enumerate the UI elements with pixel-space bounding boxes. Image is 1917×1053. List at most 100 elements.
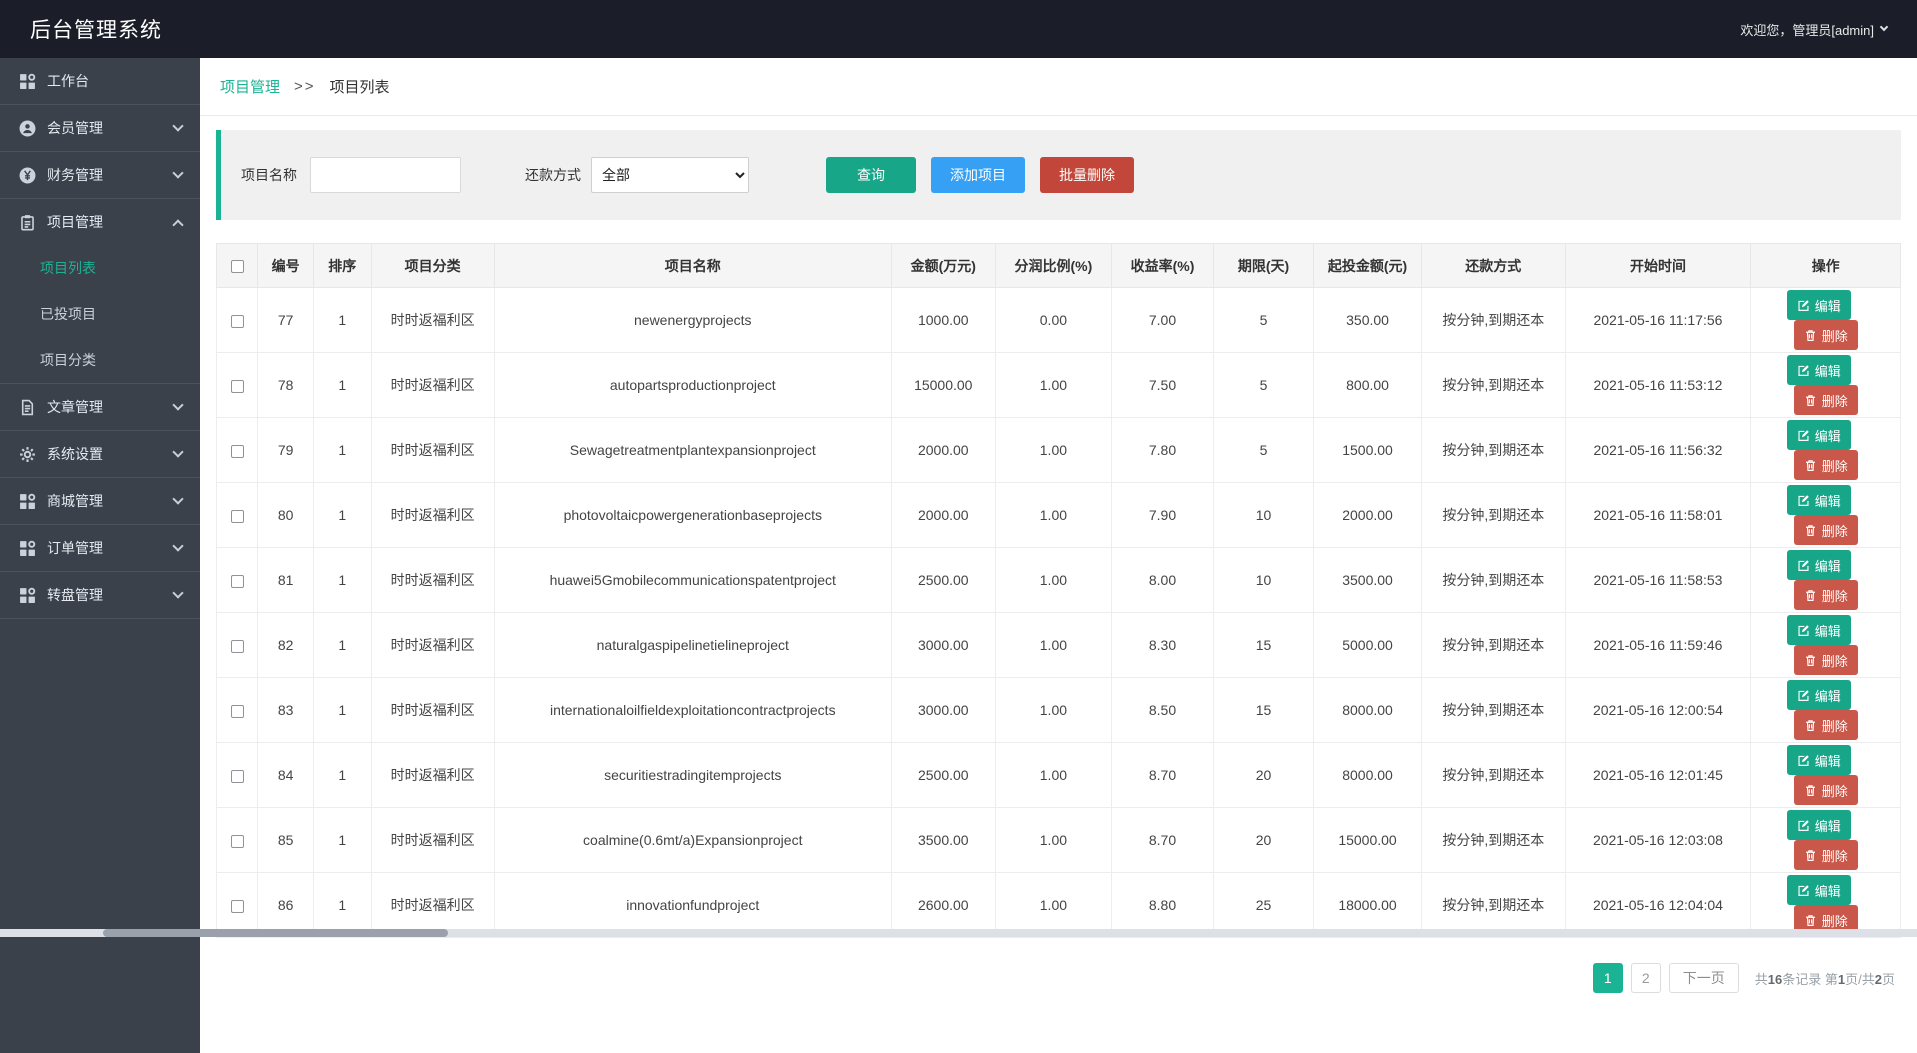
main-content: 项目管理 >> 项目列表 项目名称 还款方式 全部 查询 添加项目 批量删除 编… (200, 58, 1917, 1053)
cell-category: 时时返福利区 (371, 613, 494, 678)
row-checkbox[interactable] (231, 770, 244, 783)
cell-id: 82 (258, 613, 314, 678)
cell-category: 时时返福利区 (371, 418, 494, 483)
cell-share: 1.00 (995, 353, 1111, 418)
delete-button[interactable]: 删除 (1794, 580, 1858, 610)
sidebar-item-wheel-grid[interactable]: 转盘管理 (0, 572, 200, 618)
column-header: 项目分类 (371, 244, 494, 288)
cell-amount: 2500.00 (891, 548, 995, 613)
sidebar-subitem[interactable]: 已投项目 (0, 291, 200, 337)
sidebar-item-member[interactable]: 会员管理 (0, 105, 200, 151)
breadcrumb-section[interactable]: 项目管理 (220, 76, 280, 97)
cell-repay: 按分钟,到期还本 (1422, 353, 1565, 418)
project-name-input[interactable] (310, 157, 461, 193)
sidebar-subitem[interactable]: 项目分类 (0, 337, 200, 383)
sidebar-subitem-active[interactable]: 项目列表 (0, 245, 200, 291)
select-all-checkbox[interactable] (231, 260, 244, 273)
cell-rate: 8.50 (1111, 678, 1213, 743)
table-row: 801时时返福利区photovoltaicpowergenerationbase… (217, 483, 1901, 548)
delete-button[interactable]: 删除 (1794, 645, 1858, 675)
row-checkbox[interactable] (231, 445, 244, 458)
edit-button[interactable]: 编辑 (1787, 485, 1851, 515)
add-project-button[interactable]: 添加项目 (931, 157, 1025, 193)
batch-delete-button[interactable]: 批量删除 (1040, 157, 1134, 193)
pagination-summary: 共16条记录 第1页/共2页 (1755, 969, 1895, 988)
cell-rate: 7.50 (1111, 353, 1213, 418)
cell-name: coalmine(0.6mt/a)Expansionproject (494, 808, 891, 873)
row-checkbox[interactable] (231, 900, 244, 913)
delete-button[interactable]: 删除 (1794, 320, 1858, 350)
cell-category: 时时返福利区 (371, 678, 494, 743)
sidebar-item-settings-gear[interactable]: 系统设置 (0, 431, 200, 477)
sidebar-item-label: 订单管理 (47, 538, 103, 558)
row-checkbox[interactable] (231, 640, 244, 653)
cell-start: 2021-05-16 11:59:46 (1565, 613, 1751, 678)
cell-start: 2021-05-16 11:53:12 (1565, 353, 1751, 418)
app-title: 后台管理系统 (30, 14, 162, 44)
sidebar-item-label: 商城管理 (47, 491, 103, 511)
column-header: 排序 (313, 244, 371, 288)
edit-button[interactable]: 编辑 (1787, 355, 1851, 385)
cell-start: 2021-05-16 12:04:04 (1565, 873, 1751, 938)
edit-button[interactable]: 编辑 (1787, 420, 1851, 450)
cell-days: 15 (1214, 613, 1314, 678)
sidebar-item-article-doc[interactable]: 文章管理 (0, 384, 200, 430)
sidebar-item-finance-yen[interactable]: 财务管理 (0, 152, 200, 198)
edit-button[interactable]: 编辑 (1787, 290, 1851, 320)
cell-share: 1.00 (995, 808, 1111, 873)
edit-button[interactable]: 编辑 (1787, 810, 1851, 840)
row-checkbox[interactable] (231, 510, 244, 523)
edit-button[interactable]: 编辑 (1787, 550, 1851, 580)
row-actions: 编辑删除 (1751, 288, 1901, 353)
delete-button[interactable]: 删除 (1794, 840, 1858, 870)
row-checkbox[interactable] (231, 315, 244, 328)
cell-days: 20 (1214, 808, 1314, 873)
edit-icon (1797, 624, 1810, 637)
search-button[interactable]: 查询 (826, 157, 916, 193)
cell-id: 85 (258, 808, 314, 873)
row-checkbox[interactable] (231, 705, 244, 718)
page-number-list: 12 (1593, 963, 1661, 993)
sidebar-group: 会员管理 (0, 105, 200, 152)
row-checkbox[interactable] (231, 575, 244, 588)
next-page-button[interactable]: 下一页 (1669, 963, 1739, 993)
cell-days: 5 (1214, 288, 1314, 353)
sidebar-group: 商城管理 (0, 478, 200, 525)
cell-id: 80 (258, 483, 314, 548)
delete-button[interactable]: 删除 (1794, 450, 1858, 480)
row-select-cell (217, 548, 258, 613)
edit-button[interactable]: 编辑 (1787, 615, 1851, 645)
cell-repay: 按分钟,到期还本 (1422, 613, 1565, 678)
row-checkbox[interactable] (231, 835, 244, 848)
sidebar-item-mall-grid[interactable]: 商城管理 (0, 478, 200, 524)
cell-rate: 7.00 (1111, 288, 1213, 353)
cell-amount: 3500.00 (891, 808, 995, 873)
repay-method-label: 还款方式 (525, 165, 581, 185)
edit-button[interactable]: 编辑 (1787, 745, 1851, 775)
row-select-cell (217, 483, 258, 548)
sidebar-item-order-grid[interactable]: 订单管理 (0, 525, 200, 571)
finance-yen-icon (19, 167, 36, 184)
delete-button[interactable]: 删除 (1794, 515, 1858, 545)
sidebar-item-label: 会员管理 (47, 118, 103, 138)
cell-sort: 1 (313, 418, 371, 483)
cell-start: 2021-05-16 11:58:01 (1565, 483, 1751, 548)
edit-icon (1797, 559, 1810, 572)
page-button-1[interactable]: 1 (1593, 963, 1623, 993)
user-menu[interactable]: 欢迎您，管理员[admin] (1740, 20, 1887, 39)
sidebar-item-workbench-grid[interactable]: 工作台 (0, 58, 200, 104)
page-button-2[interactable]: 2 (1631, 963, 1661, 993)
edit-button[interactable]: 编辑 (1787, 680, 1851, 710)
delete-button[interactable]: 删除 (1794, 710, 1858, 740)
delete-button[interactable]: 删除 (1794, 385, 1858, 415)
row-checkbox[interactable] (231, 380, 244, 393)
cell-share: 1.00 (995, 418, 1111, 483)
sidebar-item-label: 项目管理 (47, 212, 103, 232)
repay-method-select[interactable]: 全部 (591, 157, 749, 193)
edit-button[interactable]: 编辑 (1787, 875, 1851, 905)
sidebar-item-project-clipboard[interactable]: 项目管理 (0, 199, 200, 245)
horizontal-scrollbar[interactable] (0, 929, 1917, 937)
scrollbar-thumb[interactable] (103, 929, 448, 937)
delete-button[interactable]: 删除 (1794, 775, 1858, 805)
chevron-down-icon (172, 446, 183, 457)
